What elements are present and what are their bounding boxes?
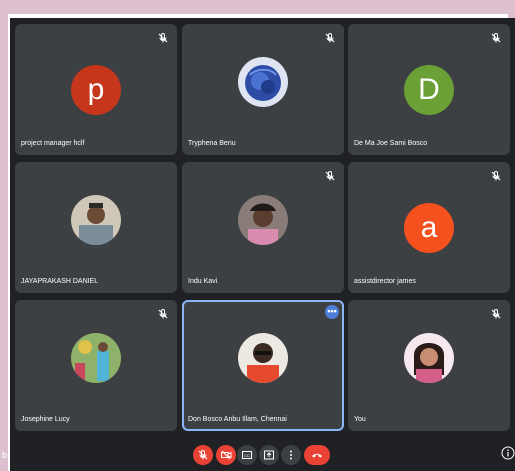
mic-off-icon — [325, 32, 335, 43]
participant-name: You — [354, 416, 366, 423]
mic-toggle-button[interactable] — [193, 445, 213, 465]
avatar-initial: p — [87, 73, 105, 106]
mic-off-icon — [158, 32, 168, 43]
avatar-photo — [71, 195, 121, 245]
participant-name: Josephine Lucy — [21, 416, 70, 423]
avatar-photo — [71, 333, 121, 383]
present-button[interactable] — [259, 445, 279, 465]
avatar-photo — [238, 195, 288, 245]
camera-off-icon — [221, 450, 232, 460]
mic-off-icon — [158, 308, 168, 319]
participant-tile[interactable]: Tryphena Benu — [182, 24, 344, 155]
avatar: a — [404, 203, 454, 253]
mic-off-icon — [325, 170, 335, 181]
avatar-photo — [238, 57, 288, 107]
participant-tile[interactable]: Josephine Lucy — [15, 300, 177, 431]
mic-off-icon — [491, 170, 501, 181]
more-options-icon[interactable]: ••• — [325, 305, 339, 319]
mic-off-icon — [491, 32, 501, 43]
captions-button[interactable]: CC — [237, 445, 257, 465]
participant-tile[interactable]: a assistdirector james — [348, 162, 510, 293]
phone-hangup-icon — [312, 453, 322, 458]
footer-left-text: b — [2, 450, 8, 460]
participant-name: Indu Kavi — [188, 278, 218, 285]
mic-off-icon — [491, 308, 501, 319]
more-vert-icon — [290, 450, 292, 460]
avatar: D — [404, 65, 454, 115]
participant-name: JAYAPRAKASH DANIEL — [21, 278, 99, 285]
participant-name: Don Bosco Anbu Illam, Chennai — [188, 416, 287, 423]
participant-tile[interactable]: JAYAPRAKASH DANIEL — [15, 162, 177, 293]
participant-tile-active[interactable]: ••• Don Bosco Anbu Illam, Chennai — [182, 300, 344, 431]
participant-tile[interactable]: D De Ma Joe Sami Bosco — [348, 24, 510, 155]
svg-text:CC: CC — [244, 453, 250, 458]
captions-icon: CC — [242, 451, 252, 459]
avatar-photo — [238, 333, 288, 383]
end-call-button[interactable] — [304, 445, 330, 465]
avatar: p — [71, 65, 121, 115]
participant-name: Tryphena Benu — [188, 140, 236, 147]
avatar-initial: D — [418, 73, 440, 106]
mic-off-icon — [198, 449, 208, 460]
participant-name: De Ma Joe Sami Bosco — [354, 140, 428, 147]
participant-name: assistdirector james — [354, 278, 416, 285]
avatar-initial: a — [420, 211, 438, 244]
present-icon — [264, 450, 274, 460]
participant-name: project manager hclf — [21, 140, 85, 147]
participant-tile-self[interactable]: You — [348, 300, 510, 431]
avatar-photo — [404, 333, 454, 383]
camera-toggle-button[interactable] — [216, 445, 236, 465]
participant-tile[interactable]: p project manager hclf — [15, 24, 177, 155]
participant-tile[interactable]: Indu Kavi — [182, 162, 344, 293]
more-button[interactable] — [281, 445, 301, 465]
info-icon[interactable] — [501, 446, 515, 460]
